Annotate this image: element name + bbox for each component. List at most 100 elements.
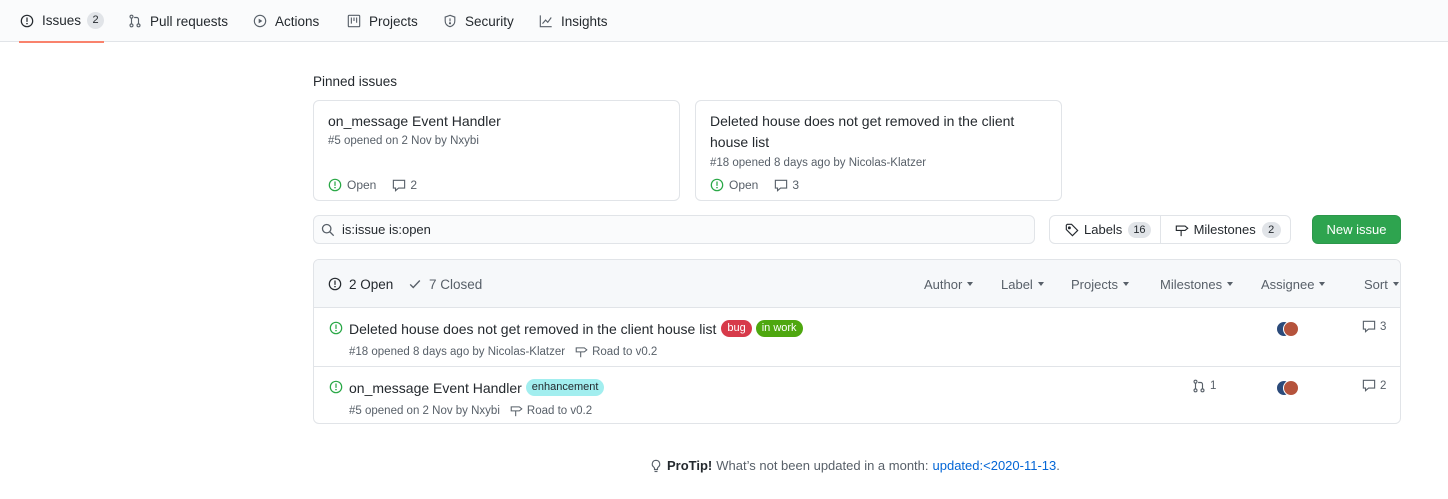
tab-label: Security	[465, 13, 514, 29]
labels-count: 16	[1128, 221, 1151, 238]
check-icon	[409, 280, 421, 289]
milestone-name: Road to v0.2	[592, 345, 658, 358]
pinned-issue-card: on_message Event Handler #5 opened on 2 …	[313, 100, 680, 201]
assignee-avatars[interactable]	[1276, 319, 1300, 339]
git-pull-request-icon	[1193, 379, 1205, 393]
linked-pull-requests[interactable]: 1	[1192, 379, 1216, 393]
label-in-work[interactable]: in work	[755, 320, 803, 337]
tab-label: Actions	[275, 13, 320, 29]
light-bulb-icon	[651, 459, 661, 472]
git-pull-request-icon	[127, 13, 143, 29]
tab-label: Insights	[561, 13, 608, 29]
tab-projects[interactable]: Projects	[346, 0, 418, 42]
milestone-icon	[1175, 224, 1189, 236]
tag-icon	[1065, 223, 1079, 236]
comment-count: 2	[1380, 379, 1387, 392]
label-bug[interactable]: bug	[721, 320, 752, 337]
issue-row[interactable]: Deleted house does not get removed in th…	[314, 308, 1400, 366]
pinned-issue-title[interactable]: on_message Event Handler	[328, 111, 658, 132]
issue-milestone[interactable]: Road to v0.2	[575, 345, 657, 358]
protip-link[interactable]: updated:<2020-11-13	[933, 458, 1057, 473]
milestone-icon	[575, 347, 588, 358]
protip: ProTip! What’s not been updated in a mon…	[650, 458, 1060, 473]
tab-actions[interactable]: Actions	[252, 0, 319, 42]
assignee-avatars[interactable]	[1276, 378, 1300, 398]
caret-down-icon	[1122, 282, 1129, 286]
tab-issues[interactable]: Issues 2	[19, 0, 105, 43]
comment-icon	[393, 179, 406, 192]
label-enhancement[interactable]: enhancement	[525, 379, 605, 396]
caret-down-icon	[1319, 282, 1326, 286]
pinned-issues-heading: Pinned issues	[313, 74, 398, 89]
milestones-count: 2	[1261, 221, 1281, 238]
filter-label: Assignee	[1261, 276, 1315, 292]
comment-count: 3	[792, 178, 800, 192]
issue-row[interactable]: on_message Event Handler enhancement #5 …	[314, 366, 1400, 423]
open-count-label: 2 Open	[349, 276, 394, 292]
issue-opened-icon	[710, 178, 724, 192]
tab-label: Issues	[42, 13, 82, 28]
pinned-issue-comments[interactable]: 3	[774, 178, 799, 192]
tab-label: Projects	[369, 13, 418, 29]
pinned-issue-meta: #5 opened on 2 Nov by Nxybi	[328, 135, 479, 147]
open-issues-toggle[interactable]: 2 Open	[328, 260, 393, 308]
labels-milestones-group: Labels 16 Milestones 2	[1049, 215, 1291, 244]
filter-assignee[interactable]: Assignee	[1261, 260, 1326, 308]
comment-icon	[1362, 320, 1376, 333]
filter-milestones[interactable]: Milestones	[1160, 260, 1234, 308]
comment-icon	[775, 179, 788, 192]
pinned-issue-title[interactable]: Deleted house does not get removed in th…	[710, 111, 1040, 153]
issue-opened-icon	[19, 13, 35, 29]
closed-count-label: 7 Closed	[429, 276, 483, 292]
filter-label: Projects	[1071, 276, 1118, 292]
pinned-issue-meta: #18 opened 8 days ago by Nicolas-Klatzer	[710, 157, 927, 169]
tab-label: Pull requests	[150, 13, 229, 29]
milestone-name: Road to v0.2	[526, 404, 593, 417]
filter-projects[interactable]: Projects	[1071, 260, 1129, 308]
tab-pull-requests[interactable]: Pull requests	[127, 0, 228, 42]
issue-comments[interactable]: 2	[1362, 379, 1386, 392]
tab-insights[interactable]: Insights	[538, 0, 608, 42]
issue-comments[interactable]: 3	[1362, 320, 1386, 333]
caret-down-icon	[1392, 282, 1399, 286]
pinned-issue-status: Open	[729, 178, 759, 192]
issue-opened-icon	[329, 321, 343, 335]
search-icon	[321, 223, 335, 237]
issue-meta: #18 opened 8 days ago by Nicolas-Klatzer	[349, 345, 566, 358]
pinned-issue-comments[interactable]: 2	[392, 178, 417, 192]
search-input[interactable]	[342, 222, 992, 237]
filter-author[interactable]: Author	[924, 260, 974, 308]
pr-count: 1	[1210, 380, 1217, 392]
issue-title[interactable]: Deleted house does not get removed in th…	[349, 321, 716, 337]
filter-label: Milestones	[1160, 276, 1223, 292]
milestones-button-label: Milestones	[1193, 222, 1256, 237]
milestones-button[interactable]: Milestones 2	[1159, 216, 1290, 243]
filter-label: Sort	[1364, 276, 1388, 292]
protip-text: What’s not been updated in a month:	[716, 458, 929, 473]
project-icon	[346, 13, 362, 29]
caret-down-icon	[1037, 282, 1044, 286]
repo-nav: Issues 2 Pull requests Actions Projects …	[0, 0, 1448, 43]
tab-count: 2	[87, 12, 105, 29]
comment-icon	[1362, 379, 1376, 392]
shield-icon	[442, 13, 458, 29]
avatar	[1283, 321, 1299, 337]
caret-down-icon	[1227, 282, 1234, 286]
protip-end: .	[1056, 458, 1060, 473]
issue-title[interactable]: on_message Event Handler	[349, 380, 522, 396]
milestone-icon	[510, 406, 523, 417]
labels-button[interactable]: Labels 16	[1050, 216, 1160, 243]
issue-milestone[interactable]: Road to v0.2	[510, 404, 592, 417]
comment-count: 2	[410, 178, 418, 192]
new-issue-button[interactable]: New issue	[1312, 215, 1401, 244]
issue-opened-icon	[328, 178, 342, 192]
tab-security[interactable]: Security	[442, 0, 514, 42]
filter-sort[interactable]: Sort	[1364, 260, 1399, 308]
issues-list-header: 2 Open 7 Closed Author Label Projects Mi…	[314, 260, 1400, 308]
issues-search[interactable]	[313, 215, 1035, 244]
protip-label: ProTip!	[667, 458, 713, 473]
issue-opened-icon	[328, 277, 342, 291]
filter-label-dropdown[interactable]: Label	[1001, 260, 1044, 308]
closed-issues-toggle[interactable]: 7 Closed	[408, 260, 482, 308]
avatar	[1283, 380, 1299, 396]
